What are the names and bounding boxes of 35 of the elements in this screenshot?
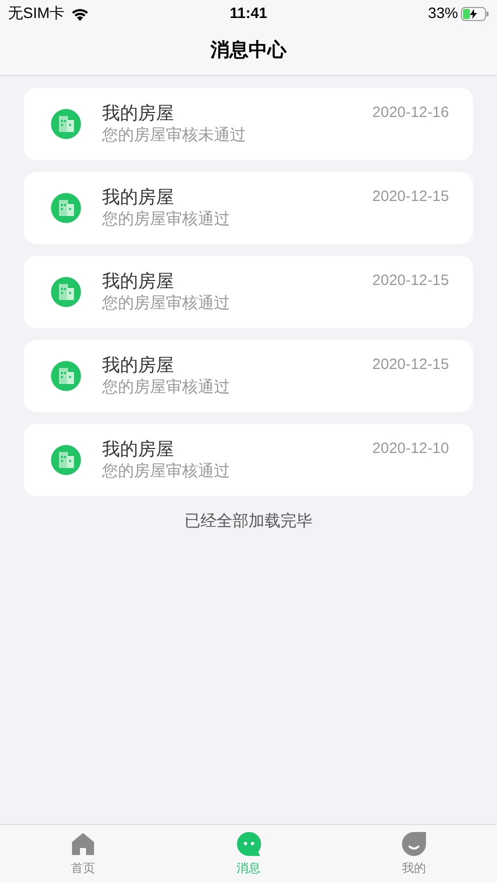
message-date: 2020-12-15 [372, 271, 449, 291]
battery-icon [461, 7, 490, 21]
message-body: 您的房屋审核通过 [102, 210, 231, 230]
message-body: 您的房屋审核通过 [102, 294, 231, 314]
message-title: 我的房屋 [102, 102, 175, 125]
message-card[interactable]: 我的房屋 您的房屋审核未通过 2020-12-16 [24, 88, 473, 160]
message-date: 2020-12-16 [372, 103, 449, 123]
building-icon [50, 192, 82, 224]
battery-text: 33% [428, 4, 458, 24]
message-title: 我的房屋 [102, 354, 175, 377]
message-title: 我的房屋 [102, 186, 175, 209]
message-date: 2020-12-10 [372, 439, 449, 459]
message-title: 我的房屋 [102, 270, 175, 293]
chat-icon [236, 831, 262, 857]
building-icon [50, 444, 82, 476]
message-date: 2020-12-15 [372, 355, 449, 375]
page-title: 消息中心 [210, 38, 286, 64]
building-icon [50, 360, 82, 392]
message-body: 您的房屋审核通过 [102, 378, 231, 398]
message-body: 您的房屋审核未通过 [102, 126, 247, 146]
clock-text: 11:41 [230, 4, 268, 24]
building-icon [50, 276, 82, 308]
wifi-icon [70, 8, 89, 20]
message-card[interactable]: 我的房屋 您的房屋审核通过 2020-12-10 [24, 424, 473, 496]
message-title: 我的房屋 [102, 438, 175, 461]
building-icon [50, 108, 82, 140]
profile-icon [401, 831, 428, 857]
carrier-text: 无SIM卡 [8, 4, 65, 24]
message-date: 2020-12-15 [372, 187, 449, 207]
message-card[interactable]: 我的房屋 您的房屋审核通过 2020-12-15 [24, 256, 473, 328]
message-body: 您的房屋审核通过 [102, 462, 231, 482]
end-of-list-text: 已经全部加载完毕 [184, 512, 312, 532]
home-icon [70, 831, 96, 857]
message-card[interactable]: 我的房屋 您的房屋审核通过 2020-12-15 [24, 172, 473, 244]
message-card[interactable]: 我的房屋 您的房屋审核通过 2020-12-15 [24, 340, 473, 412]
